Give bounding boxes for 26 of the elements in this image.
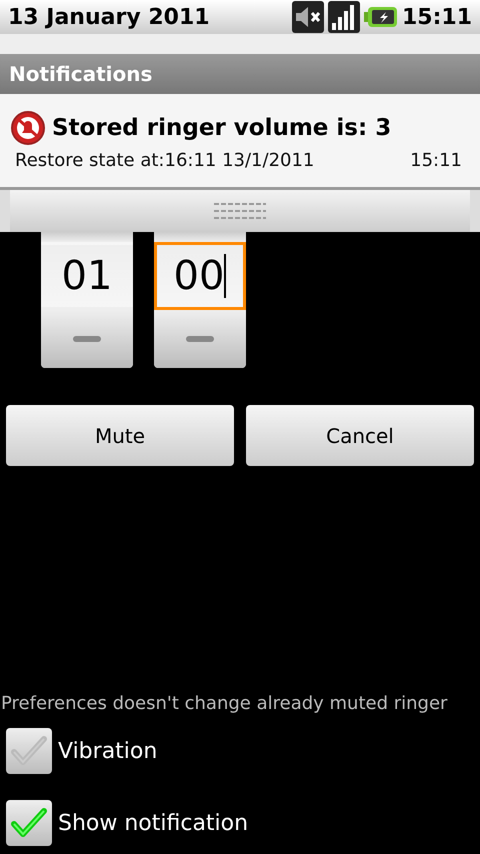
decrement-button[interactable] [154,310,246,368]
status-date: 13 January 2011 [8,4,210,30]
notification-text: Restore state at:16:11 13/1/2011 [15,150,314,171]
minus-icon [186,336,214,342]
dialog-button[interactable]: Cancel [246,405,474,466]
checkbox[interactable] [6,728,52,774]
notification-time: 15:11 [410,150,462,171]
option-label: Show notification [58,810,248,836]
status-time: 15:11 [402,4,472,30]
checkbox[interactable] [6,800,52,846]
option-label: Vibration [58,738,158,764]
drawer-handle[interactable] [0,190,480,232]
number-field[interactable]: 00 [154,242,246,310]
grip-icon [214,201,266,221]
notification[interactable]: Stored ringer volume is: 3 Restore state at:16:11 13/1/2011 15:11 [0,94,480,190]
minus-icon [73,336,101,342]
battery-charging-icon [364,6,398,28]
notification-title: Stored ringer volume is: 3 [52,115,392,141]
preferences-note: Preferences doesn't change already muted ringer [0,693,448,716]
notifications-title: Notifications [9,62,152,86]
decrement-button[interactable] [41,310,133,368]
signal-icon [328,1,360,33]
muted-bell-icon [10,110,46,146]
number-field[interactable]: 01 [41,242,133,310]
mute-icon [292,1,324,33]
dialog-button[interactable]: Mute [6,405,234,466]
